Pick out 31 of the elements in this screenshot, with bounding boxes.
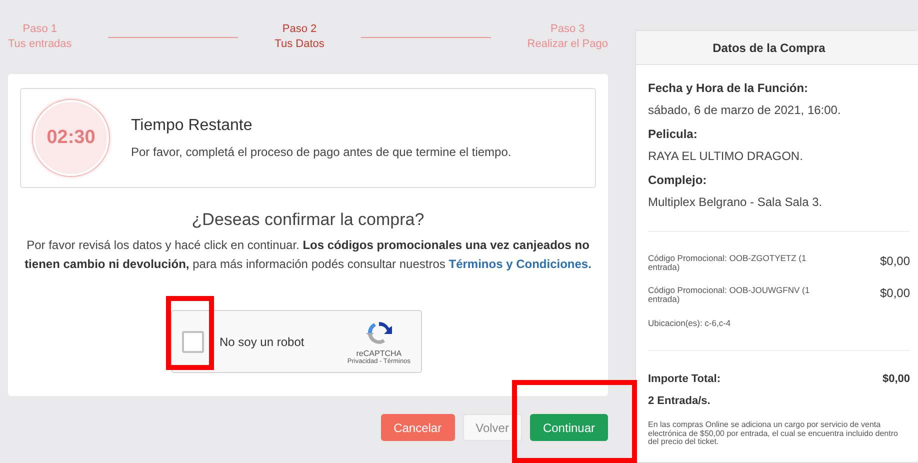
recaptcha-brand: reCAPTCHA [356, 348, 402, 358]
field-label: Complejo: [648, 173, 708, 187]
promo-code-line: Código Promocional: OOB-JOUWGFNV (1 entrada) [648, 286, 811, 304]
terms-link[interactable]: Términos y Condiciones. [448, 257, 592, 271]
step-label: Paso 2 Tus Datos [274, 22, 324, 52]
countdown-timer: 02:30 [33, 100, 109, 176]
promo-amount: $0,00 [880, 254, 910, 268]
cancel-button[interactable]: Cancelar [380, 414, 455, 441]
seats-text: Ubicacion(es): c-6,c-4 [648, 318, 732, 328]
ticket-count: 2 Entrada/s. [648, 395, 712, 407]
field-value: sábado, 6 de marzo de 2021, 16:00. [648, 103, 842, 117]
back-button[interactable]: Volver [462, 414, 522, 441]
timer-message: Por favor, completá el proceso de pago antes de que termine el tiempo. [131, 145, 512, 159]
confirm-notice: Por favor revisá los datos y hacé click en continuar. Los códigos promocionales una vez canjeados no tienen cambio ni devolución, para más información podés consultar nuestros Términos y Condiciones. [24, 237, 592, 273]
field-value: Multiplex Belgrano - Sala Sala 3. [648, 195, 824, 209]
step-label: Paso 1 Tus entradas [8, 22, 72, 52]
service-charge-note: En las compras Online se adiciona un cargo por servicio de venta electrónica de $50,00 por entrada, el cual se encuentra incluido dentro del precio del ticket. [648, 421, 899, 446]
promo-amount: $0,00 [880, 286, 910, 300]
timer-title: Tiempo Restante [131, 117, 254, 135]
field-value: RAYA EL ULTIMO DRAGON. [648, 149, 804, 163]
captcha-label: No soy un robot [220, 334, 306, 348]
field-label: Fecha y Hora de la Función: [648, 81, 810, 95]
promo-code-line: Código Promocional: OOB-ZGOTYETZ (1 entrada) [648, 254, 808, 272]
continue-button[interactable]: Continuar [530, 414, 608, 441]
summary-title: Datos de la Compra [636, 31, 918, 65]
step-label: Paso 3 Realizar el Pago [527, 22, 608, 52]
captcha-checkbox[interactable] [182, 330, 204, 352]
field-label: Pelicula: [648, 127, 698, 141]
total-amount: $0,00 [882, 373, 910, 385]
total-label: Importe Total: [648, 373, 721, 385]
confirm-heading: ¿Deseas confirmar la compra? [192, 210, 424, 230]
